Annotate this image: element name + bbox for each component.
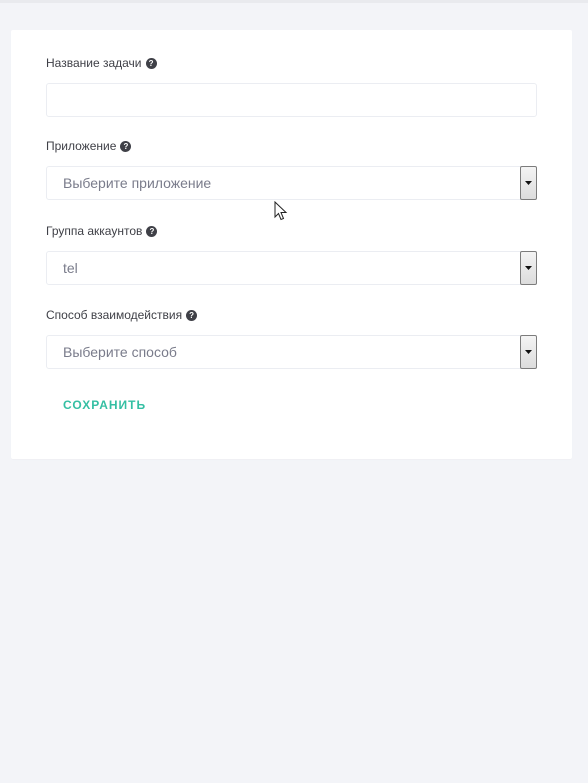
interaction-method-label: Способ взаимодействия ?: [46, 308, 198, 322]
interaction-method-select-value: Выберите способ: [63, 344, 177, 360]
save-button[interactable]: СОХРАНИТЬ: [63, 398, 146, 412]
account-group-label-text: Группа аккаунтов: [46, 224, 143, 238]
mouse-pointer-icon: [274, 201, 288, 221]
app-select[interactable]: Выберите приложение: [46, 166, 537, 200]
help-icon[interactable]: ?: [186, 309, 198, 321]
interaction-method-dropdown-button[interactable]: [520, 335, 537, 369]
account-group-dropdown-button[interactable]: [520, 251, 537, 285]
task-name-label: Название задачи ?: [46, 56, 157, 70]
app-select-dropdown-button[interactable]: [520, 166, 537, 200]
task-form-card: Название задачи ? Приложение ? Выберите …: [11, 30, 572, 459]
chevron-down-icon: [525, 181, 532, 185]
account-group-select[interactable]: tel: [46, 251, 537, 285]
app-select-value: Выберите приложение: [63, 175, 212, 191]
account-group-label: Группа аккаунтов ?: [46, 224, 158, 238]
app-label-text: Приложение: [46, 139, 117, 153]
account-group-select-value: tel: [63, 260, 78, 276]
interaction-method-select[interactable]: Выберите способ: [46, 335, 537, 369]
help-icon[interactable]: ?: [120, 140, 132, 152]
top-strip: [0, 0, 588, 3]
interaction-method-label-text: Способ взаимодействия: [46, 308, 183, 322]
task-name-label-text: Название задачи: [46, 56, 142, 70]
help-icon[interactable]: ?: [145, 57, 157, 69]
help-icon[interactable]: ?: [146, 225, 158, 237]
app-label: Приложение ?: [46, 139, 132, 153]
chevron-down-icon: [525, 350, 532, 354]
task-name-input[interactable]: [46, 83, 537, 117]
chevron-down-icon: [525, 266, 532, 270]
